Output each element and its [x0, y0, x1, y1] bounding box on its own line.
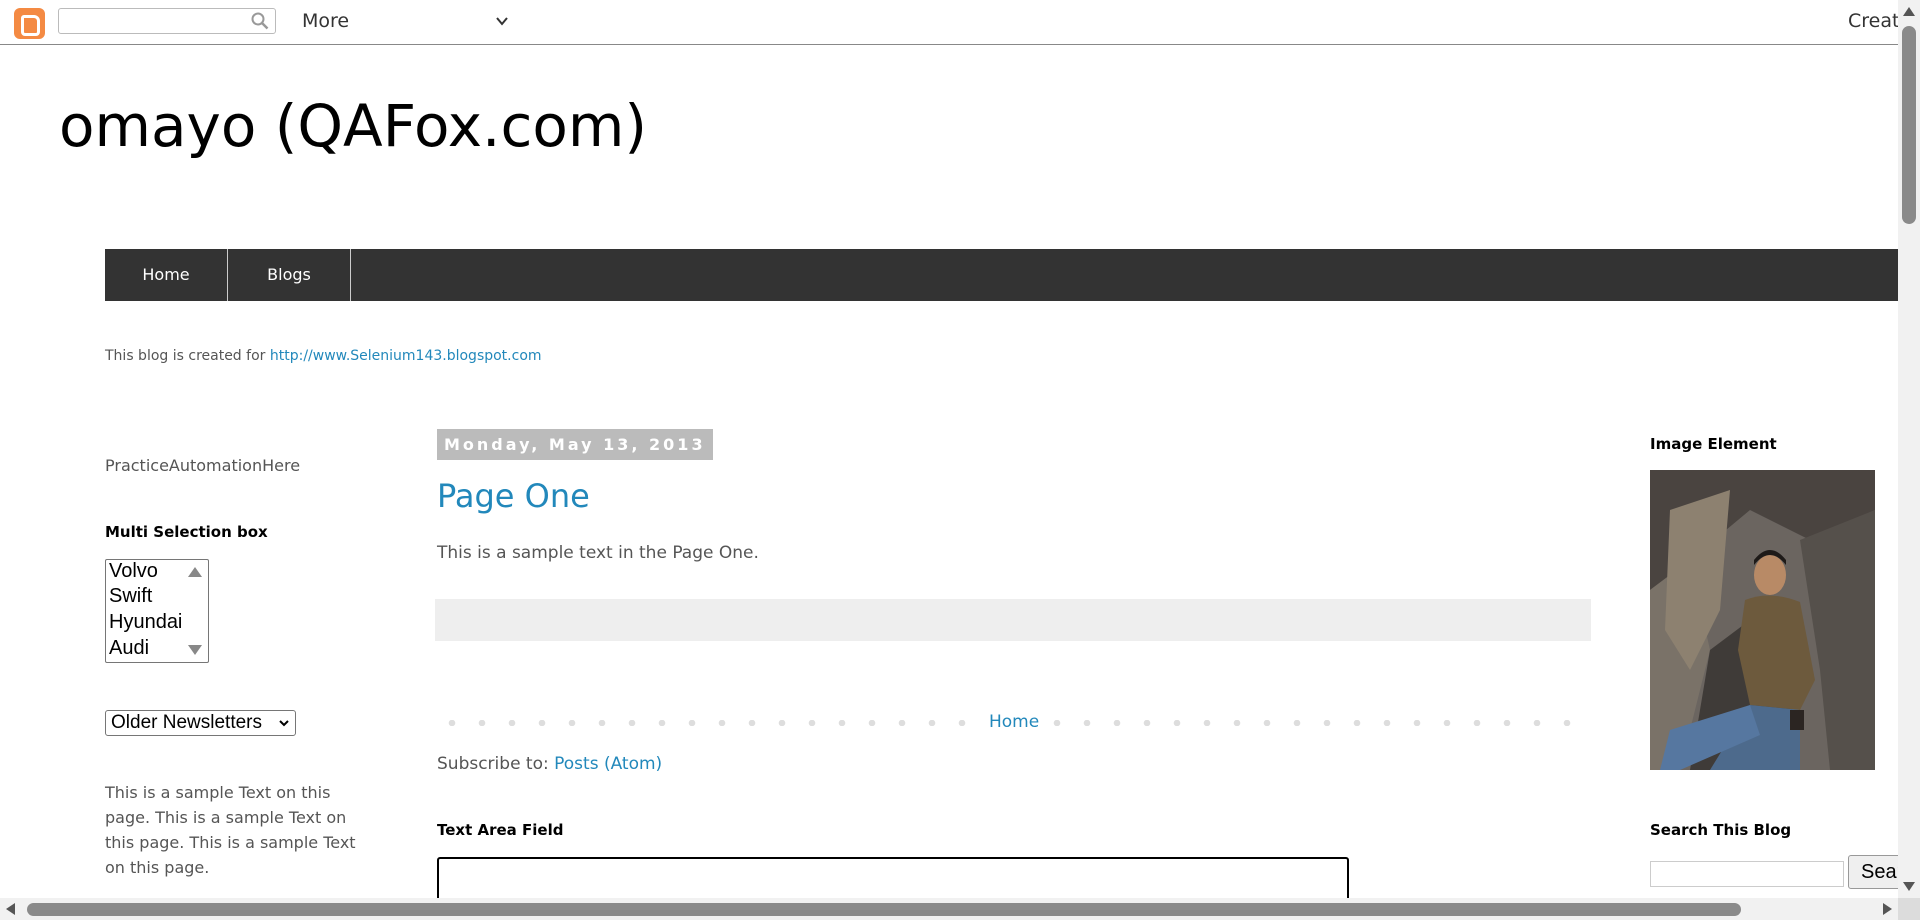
multiselect-scrollbar[interactable]	[188, 561, 207, 661]
scrollbar-corner	[1898, 898, 1920, 920]
scroll-up-arrow-icon[interactable]	[1903, 7, 1915, 16]
blogger-logo-icon[interactable]	[14, 8, 45, 39]
chevron-down-icon[interactable]	[494, 13, 510, 29]
multiselect-option[interactable]: Volvo	[109, 560, 158, 583]
older-newsletters-dropdown[interactable]: Older Newsletters	[105, 710, 296, 736]
posts-atom-link[interactable]: Posts (Atom)	[554, 754, 662, 774]
post-title-link[interactable]: Page One	[437, 477, 590, 515]
dropdown-selected-value: Older Newsletters	[111, 712, 262, 733]
horizontal-scroll-thumb[interactable]	[27, 903, 1741, 916]
search-blog-heading: Search This Blog	[1650, 821, 1792, 839]
subscribe-line: Subscribe to: Posts (Atom)	[437, 754, 662, 774]
scroll-left-arrow-icon[interactable]	[6, 903, 15, 915]
blogger-navbar: More Creat	[0, 0, 1920, 45]
multiselect-option[interactable]: Hyundai	[109, 611, 182, 634]
horizontal-scrollbar[interactable]	[0, 898, 1898, 920]
profile-photo	[1650, 470, 1875, 770]
selenium143-link[interactable]: http://www.Selenium143.blogspot.com	[270, 348, 542, 364]
scroll-down-arrow-icon[interactable]	[1903, 882, 1915, 891]
multiselect-heading: Multi Selection box	[105, 523, 268, 541]
vertical-scroll-thumb[interactable]	[1902, 26, 1916, 224]
tab-home[interactable]: Home	[105, 249, 228, 301]
search-icon[interactable]	[251, 12, 269, 30]
blog-pager: Home	[437, 712, 1587, 732]
practice-automation-text: PracticeAutomationHere	[105, 456, 301, 475]
multiselect-option[interactable]: Audi	[109, 637, 149, 660]
pager-divider-dots	[1042, 720, 1582, 726]
vertical-scrollbar[interactable]	[1898, 0, 1920, 898]
multi-selection-box[interactable]: Volvo Swift Hyundai Audi	[105, 559, 209, 663]
blog-search-input[interactable]	[1650, 861, 1844, 887]
description-text: This blog is created for	[105, 348, 270, 364]
scroll-right-arrow-icon[interactable]	[1883, 903, 1892, 915]
post-footer-bar	[435, 599, 1591, 641]
post-body: This is a sample text in the Page One.	[437, 543, 759, 563]
create-blog-link[interactable]: Creat	[1848, 10, 1899, 32]
post-date-header: Monday, May 13, 2013	[437, 429, 713, 460]
page-tabs: Home Blogs	[105, 249, 1900, 301]
chevron-down-icon	[279, 720, 289, 727]
sample-text-paragraph: This is a sample Text on this page. This…	[105, 783, 356, 877]
scroll-down-arrow-icon[interactable]	[188, 645, 202, 655]
multiselect-option[interactable]: Swift	[109, 585, 152, 608]
scroll-up-arrow-icon[interactable]	[188, 567, 202, 577]
navbar-search-input[interactable]	[63, 10, 247, 34]
blog-description: This blog is created for http://www.Sele…	[105, 348, 542, 364]
pager-divider-dots	[437, 720, 977, 726]
pager-home-link[interactable]: Home	[989, 712, 1039, 732]
navbar-more-menu[interactable]: More	[302, 10, 349, 32]
subscribe-label: Subscribe to:	[437, 754, 555, 774]
blog-title[interactable]: omayo (QAFox.com)	[59, 92, 647, 160]
navbar-search-box[interactable]	[58, 8, 276, 34]
textarea-heading: Text Area Field	[437, 821, 564, 839]
tab-blogs[interactable]: Blogs	[228, 249, 351, 301]
image-element-heading: Image Element	[1650, 435, 1777, 453]
